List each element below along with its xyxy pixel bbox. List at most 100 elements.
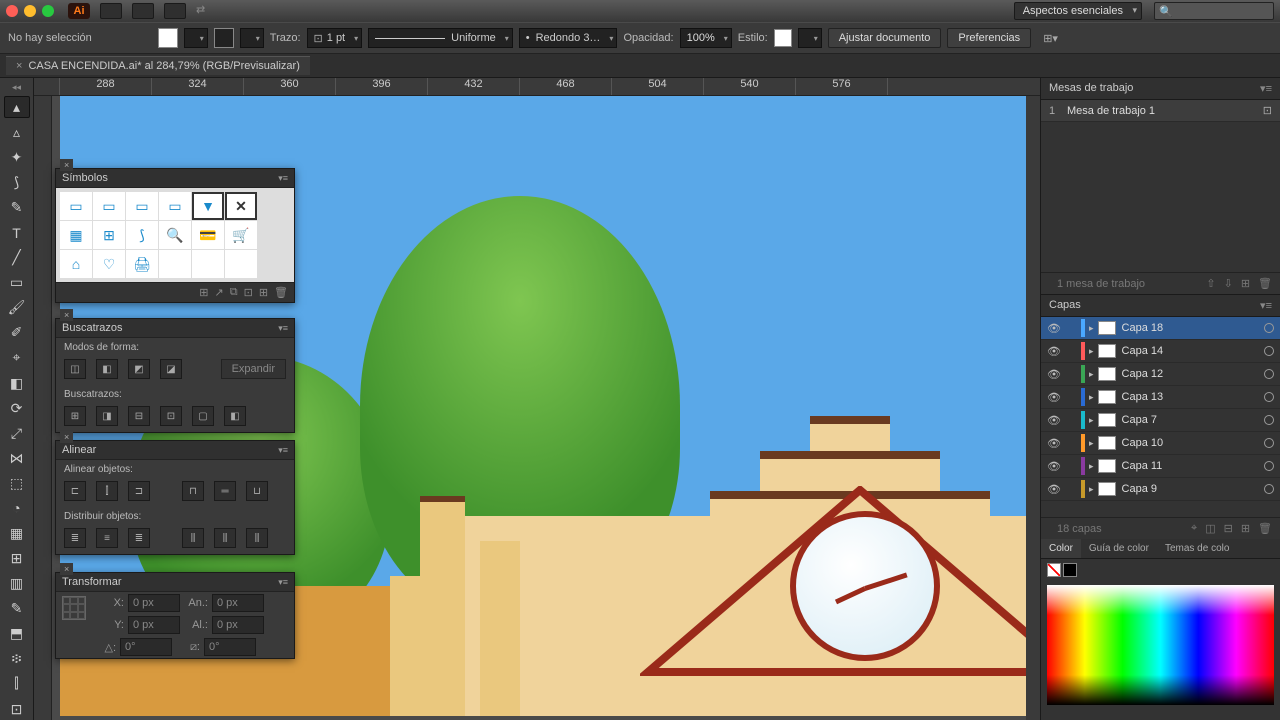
search-input[interactable]: 🔍 [1154,2,1274,20]
layer-row[interactable]: 👁 Capa 10 [1041,432,1280,455]
outline-icon[interactable]: ▢ [192,406,214,426]
traffic-minimize[interactable] [24,5,36,17]
align-hcenter-icon[interactable]: ⫿ [96,481,118,501]
visibility-icon[interactable]: 👁 [1047,414,1063,427]
intersect-icon[interactable]: ◩ [128,359,150,379]
align-vcenter-icon[interactable]: ═ [214,481,236,501]
width-tool[interactable]: ⋈ [4,447,30,469]
pencil-tool[interactable]: ✐ [4,322,30,344]
stock-icon[interactable] [132,3,154,19]
style-swatch[interactable] [774,29,792,47]
panel-menu-icon[interactable] [278,444,288,456]
layer-row[interactable]: 👁Capa 9 [1041,478,1280,501]
scrollbar-vertical[interactable] [1026,96,1040,720]
blend-tool[interactable]: ⬒ [4,623,30,645]
layer-row[interactable]: 👁Capa 11 [1041,455,1280,478]
shape-builder-tool[interactable]: ◔ [4,497,30,519]
traffic-zoom[interactable] [42,5,54,17]
transform-w-input[interactable] [212,594,264,612]
symbol-item[interactable]: ▼ [192,192,224,220]
transform-x-input[interactable] [128,594,180,612]
visibility-icon[interactable]: 👁 [1047,322,1063,335]
disclosure-icon[interactable] [1089,345,1098,357]
panel-menu-icon[interactable] [278,172,288,184]
rotate-tool[interactable]: ⟳ [4,397,30,419]
align-right-icon[interactable]: ⊐ [128,481,150,501]
none-swatch[interactable] [1047,563,1061,577]
fill-dropdown[interactable] [184,28,208,48]
ruler-vertical[interactable] [34,96,52,720]
artboard-row[interactable]: 1 Mesa de trabajo 1 ⊡ [1041,100,1280,122]
layer-name[interactable]: Capa 10 [1122,437,1264,449]
stroke-dropdown[interactable] [240,28,264,48]
perspective-tool[interactable]: ▦ [4,522,30,544]
magic-wand-tool[interactable]: ✦ [4,146,30,168]
visibility-icon[interactable]: 👁 [1047,368,1063,381]
sync-icon[interactable]: ⇄ [196,3,218,19]
hdist-right-icon[interactable]: ⫼ [246,528,268,548]
symbol-sprayer-tool[interactable]: ፨ [4,648,30,670]
layer-name[interactable]: Capa 12 [1122,368,1264,380]
minus-back-icon[interactable]: ◧ [224,406,246,426]
target-icon[interactable] [1264,323,1274,333]
type-tool[interactable]: T [4,222,30,244]
delete-layer-icon[interactable]: 🗑 [1258,522,1272,535]
divide-icon[interactable]: ⊞ [64,406,86,426]
line-tool[interactable]: ╱ [4,247,30,269]
make-clip-icon[interactable]: ◫ [1205,522,1215,535]
new-artboard-icon[interactable]: ⊞ [1241,277,1250,290]
eraser-tool[interactable]: ◧ [4,372,30,394]
delete-symbol-icon[interactable]: 🗑 [274,286,288,299]
disclosure-icon[interactable] [1089,437,1098,449]
artboards-panel-tab[interactable]: Mesas de trabajo [1041,78,1280,100]
blob-brush-tool[interactable]: ⌖ [4,347,30,369]
ruler-horizontal[interactable]: 288324360 396432468 504540576 [34,78,1040,96]
align-bottom-icon[interactable]: ⊔ [246,481,268,501]
exclude-icon[interactable]: ◪ [160,359,182,379]
layer-row[interactable]: 👁Capa 13 [1041,386,1280,409]
column-graph-tool[interactable]: ⫿ [4,673,30,695]
workspace-switcher[interactable]: Aspectos esenciales [1014,2,1142,20]
symbol-options-icon[interactable]: ⊡ [244,286,253,299]
paintbrush-tool[interactable]: 🖌 [4,297,30,319]
opacity-dropdown[interactable]: 100% [680,28,732,48]
fill-swatch[interactable] [158,28,178,48]
eyedropper-tool[interactable]: ✎ [4,598,30,620]
visibility-icon[interactable]: 👁 [1047,345,1063,358]
vdist-center-icon[interactable]: ≡ [96,528,118,548]
tab-close-icon[interactable]: × [16,60,22,72]
target-icon[interactable] [1264,438,1274,448]
panel-menu-icon[interactable] [278,576,288,588]
layer-name[interactable]: Capa 18 [1122,322,1264,334]
style-dropdown[interactable] [798,28,822,48]
align-to-icon[interactable]: ⊞▾ [1043,32,1058,45]
delete-artboard-icon[interactable]: 🗑 [1258,277,1272,290]
brush-dropdown[interactable]: •Redondo 3… [519,28,618,48]
target-icon[interactable] [1264,392,1274,402]
symbol-item[interactable]: ⟆ [126,221,158,249]
document-setup-button[interactable]: Ajustar documento [828,28,942,48]
break-link-icon[interactable]: ⧉ [230,286,238,299]
symbol-item[interactable]: ♡ [93,250,125,278]
hdist-center-icon[interactable]: ⫼ [214,528,236,548]
symbol-item[interactable]: ▭ [60,192,92,220]
target-icon[interactable] [1264,369,1274,379]
move-down-icon[interactable]: ⇩ [1224,277,1233,290]
symbol-item[interactable]: 🖨 [126,250,158,278]
stroke-profile-dropdown[interactable]: Uniforme [368,28,513,48]
symbol-item[interactable]: ▭ [159,192,191,220]
visibility-icon[interactable]: 👁 [1047,437,1063,450]
visibility-icon[interactable]: 👁 [1047,460,1063,473]
tab-color-guide[interactable]: Guía de color [1081,539,1157,558]
target-icon[interactable] [1264,346,1274,356]
direct-selection-tool[interactable]: ▵ [4,121,30,143]
symbol-library-icon[interactable]: ⊞ [199,286,208,299]
place-symbol-icon[interactable]: ↗ [215,286,224,299]
merge-icon[interactable]: ⊟ [128,406,150,426]
vdist-top-icon[interactable]: ≣ [64,528,86,548]
transform-y-input[interactable] [128,616,180,634]
black-swatch[interactable] [1063,563,1077,577]
target-icon[interactable] [1264,484,1274,494]
bridge-icon[interactable] [100,3,122,19]
symbol-item[interactable]: ⌂ [60,250,92,278]
